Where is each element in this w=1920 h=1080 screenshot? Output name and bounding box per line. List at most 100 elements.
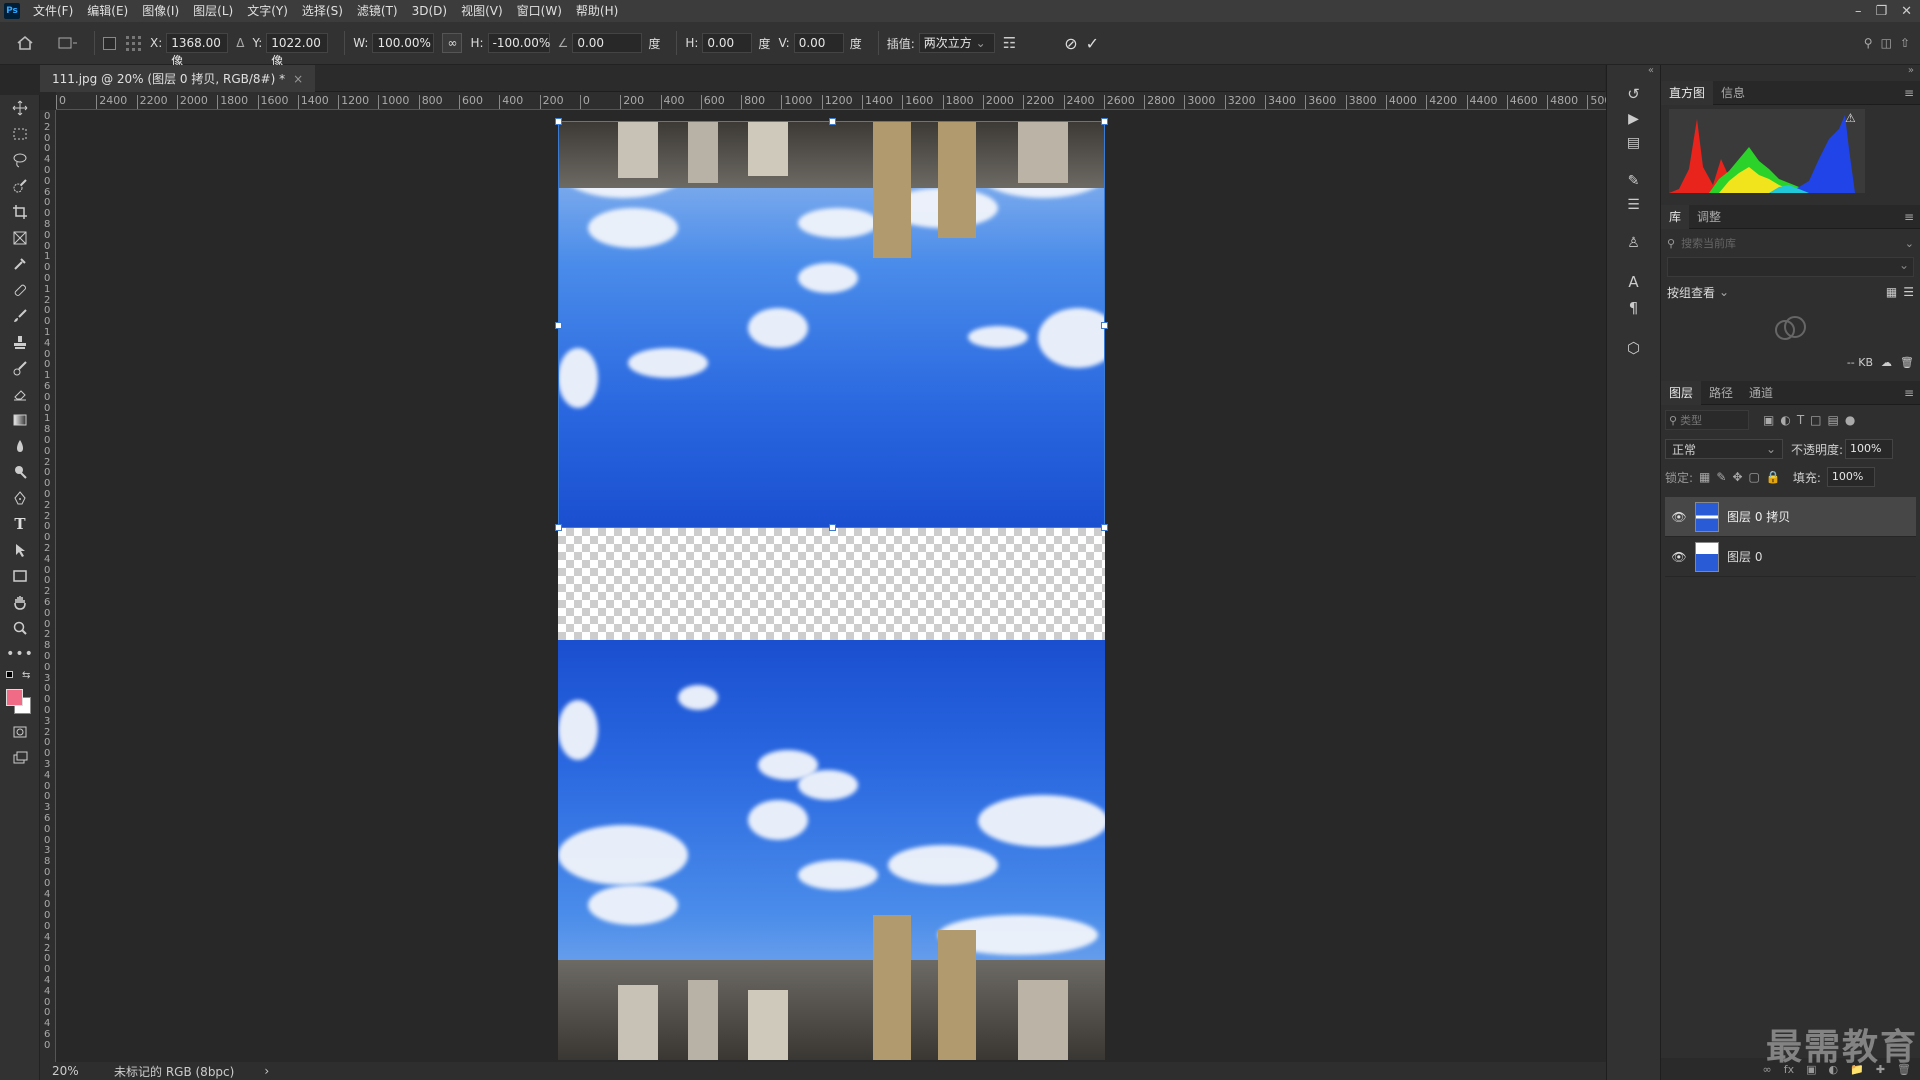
- vskew-input[interactable]: 0.00: [793, 33, 844, 53]
- share-icon[interactable]: ⇧: [1900, 36, 1910, 50]
- layer-row-original[interactable]: 👁 图层 0: [1665, 537, 1916, 577]
- transform-handle-top[interactable]: [829, 118, 836, 125]
- foreground-color-swatch[interactable]: [6, 689, 23, 706]
- menu-filter[interactable]: 滤镜(T): [350, 0, 405, 22]
- width-input[interactable]: 100.00%: [372, 33, 435, 53]
- height-input[interactable]: -100.00%: [487, 33, 550, 53]
- warning-icon[interactable]: ⚠: [1845, 111, 1856, 125]
- quick-mask-icon[interactable]: [0, 719, 40, 745]
- close-window-icon[interactable]: ✕: [1901, 4, 1912, 19]
- eyedropper-tool-icon[interactable]: [0, 251, 40, 277]
- layer-name[interactable]: 图层 0: [1727, 548, 1762, 565]
- transform-handle-top-left[interactable]: [555, 118, 562, 125]
- color-swatches[interactable]: [0, 687, 39, 719]
- filter-type-icon[interactable]: T: [1797, 413, 1804, 427]
- transform-handle-bottom-left[interactable]: [555, 524, 562, 531]
- link-aspect-button[interactable]: ∞: [442, 33, 463, 53]
- eraser-tool-icon[interactable]: [0, 381, 40, 407]
- tab-histogram[interactable]: 直方图: [1661, 80, 1714, 105]
- crop-tool-icon[interactable]: [0, 199, 40, 225]
- lock-transparency-icon[interactable]: ▦: [1699, 470, 1710, 484]
- healing-brush-tool-icon[interactable]: [0, 277, 40, 303]
- close-tab-icon[interactable]: ×: [293, 72, 303, 86]
- transform-tool-icon[interactable]: [56, 35, 78, 51]
- clone-source-icon[interactable]: ♙: [1627, 235, 1640, 251]
- reference-point-checkbox[interactable]: [103, 36, 116, 50]
- zoom-level[interactable]: 20%: [52, 1064, 102, 1078]
- filter-pixel-icon[interactable]: ▣: [1763, 413, 1774, 427]
- panel-menu-icon[interactable]: ≡: [1904, 86, 1914, 100]
- y-input[interactable]: 1022.00 像: [266, 33, 329, 68]
- menu-view[interactable]: 视图(V): [454, 0, 510, 22]
- move-tool-icon[interactable]: [0, 95, 40, 121]
- menu-file[interactable]: 文件(F): [26, 0, 80, 22]
- transform-handle-right[interactable]: [1101, 322, 1108, 329]
- collapse-icon[interactable]: «: [1607, 65, 1660, 85]
- opacity-input[interactable]: 100%: [1845, 439, 1894, 459]
- lock-image-icon[interactable]: ✎: [1716, 470, 1726, 484]
- tab-adjustments[interactable]: 调整: [1689, 205, 1729, 229]
- library-select[interactable]: ⌄: [1667, 257, 1914, 277]
- search-icon[interactable]: ⚲: [1864, 36, 1873, 50]
- transform-handle-top-right[interactable]: [1101, 118, 1108, 125]
- menu-edit[interactable]: 编辑(E): [80, 0, 135, 22]
- canvas-area[interactable]: [56, 110, 1606, 1062]
- x-input[interactable]: 1368.00 像: [166, 33, 229, 68]
- home-button[interactable]: [16, 35, 34, 51]
- character-panel-icon[interactable]: A: [1628, 273, 1638, 291]
- layers-menu-icon[interactable]: ≡: [1904, 386, 1914, 400]
- quick-select-tool-icon[interactable]: [0, 173, 40, 199]
- restore-icon[interactable]: ❐: [1875, 4, 1887, 19]
- blur-tool-icon[interactable]: [0, 433, 40, 459]
- paragraph-panel-icon[interactable]: ¶: [1629, 299, 1639, 317]
- layer-row-copy[interactable]: 👁 图层 0 拷贝: [1665, 497, 1916, 537]
- warp-mode-button[interactable]: ☶: [1003, 34, 1016, 52]
- group-view-dropdown[interactable]: 按组查看: [1667, 284, 1715, 301]
- tab-info[interactable]: 信息: [1713, 81, 1753, 105]
- filter-toggle-icon[interactable]: ●: [1845, 413, 1855, 427]
- delete-icon[interactable]: 🗑: [1900, 356, 1914, 369]
- list-view-icon[interactable]: ☰: [1903, 285, 1914, 299]
- rectangle-tool-icon[interactable]: [0, 563, 40, 589]
- lock-all-icon[interactable]: 🔒: [1766, 470, 1781, 484]
- 3d-panel-icon[interactable]: ⬡: [1627, 339, 1640, 357]
- relative-position-icon[interactable]: Δ: [236, 36, 244, 50]
- layer-name[interactable]: 图层 0 拷贝: [1727, 508, 1790, 525]
- reference-grid-icon[interactable]: [124, 34, 142, 52]
- actions-panel-icon[interactable]: ▶: [1628, 111, 1639, 127]
- tab-paths[interactable]: 路径: [1701, 381, 1741, 405]
- menu-type[interactable]: 文字(Y): [240, 0, 295, 22]
- marquee-tool-icon[interactable]: [0, 121, 40, 147]
- default-colors-icon[interactable]: ⇆: [0, 667, 39, 687]
- history-panel-icon[interactable]: ↺: [1627, 85, 1640, 103]
- commit-transform-button[interactable]: ✓: [1086, 34, 1099, 53]
- tab-libraries[interactable]: 库: [1661, 204, 1690, 229]
- minimize-icon[interactable]: –: [1855, 4, 1862, 19]
- status-menu-arrow[interactable]: ›: [264, 1064, 269, 1078]
- pen-tool-icon[interactable]: [0, 485, 40, 511]
- lock-position-icon[interactable]: ✥: [1732, 470, 1742, 484]
- angle-input[interactable]: 0.00: [572, 33, 643, 53]
- expand-icon[interactable]: »: [1661, 65, 1920, 81]
- menu-help[interactable]: 帮助(H): [569, 0, 625, 22]
- lock-artboard-icon[interactable]: ▢: [1749, 470, 1760, 484]
- lasso-tool-icon[interactable]: [0, 147, 40, 173]
- library-search-input[interactable]: 搜索当前库: [1681, 235, 1905, 251]
- visibility-eye-icon[interactable]: 👁: [1665, 510, 1693, 524]
- transform-handle-bottom[interactable]: [829, 524, 836, 531]
- filter-adjustment-icon[interactable]: ◐: [1780, 413, 1790, 427]
- brush-settings-icon[interactable]: ✎: [1628, 173, 1640, 189]
- library-menu-icon[interactable]: ≡: [1904, 210, 1914, 224]
- more-tools-icon[interactable]: •••: [0, 641, 40, 667]
- menu-select[interactable]: 选择(S): [295, 0, 350, 22]
- tab-layers[interactable]: 图层: [1661, 380, 1702, 405]
- hskew-input[interactable]: 0.00: [702, 33, 753, 53]
- clone-stamp-tool-icon[interactable]: [0, 329, 40, 355]
- transform-handle-bottom-right[interactable]: [1101, 524, 1108, 531]
- document-tab[interactable]: 111.jpg @ 20% (图层 0 拷贝, RGB/8#) * ×: [40, 65, 316, 92]
- zoom-tool-icon[interactable]: [0, 615, 40, 641]
- gradient-tool-icon[interactable]: [0, 407, 40, 433]
- properties-panel-icon[interactable]: ▤: [1627, 135, 1640, 151]
- tab-channels[interactable]: 通道: [1741, 381, 1781, 405]
- menu-3d[interactable]: 3D(D): [405, 0, 454, 22]
